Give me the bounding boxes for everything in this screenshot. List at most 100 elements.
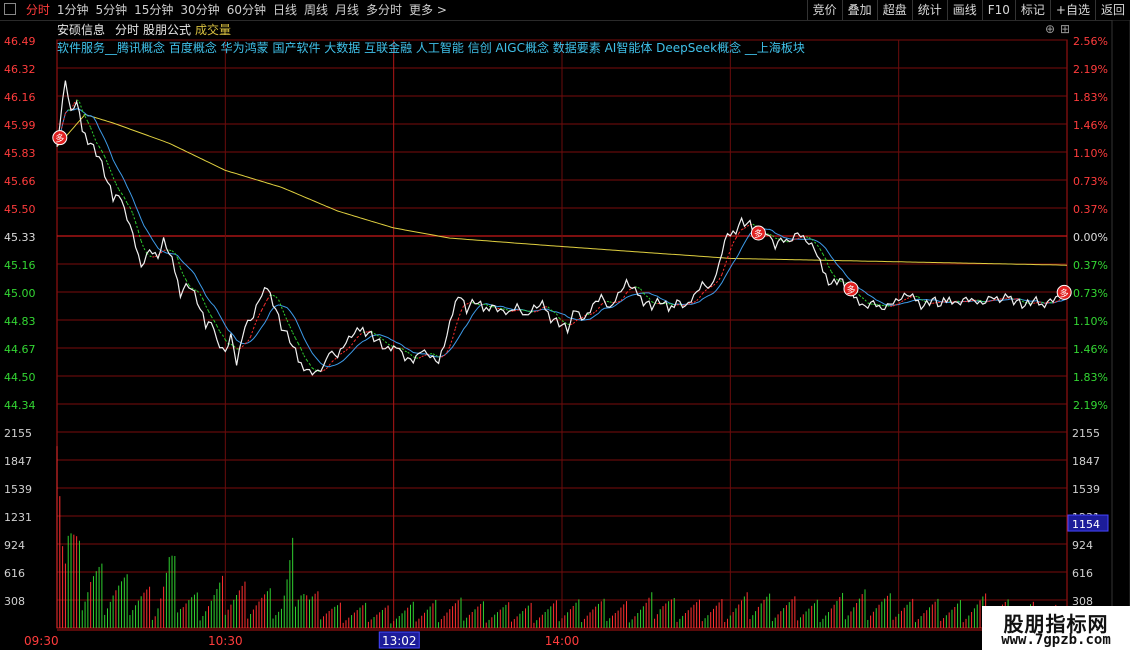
side-panel-strip	[1111, 20, 1130, 650]
ma-line-dashed	[280, 306, 285, 315]
intraday-chart[interactable]: 46.49 46.32 46.16 45.99 45.83 45.66 45.50 45.33…	[0, 20, 1130, 650]
price-tick-label: 45.50	[4, 203, 36, 216]
period-tab-0[interactable]: 分时	[26, 2, 50, 18]
ma-line-dashed	[93, 134, 97, 143]
toolbar-button-2[interactable]: 超盘	[876, 0, 912, 20]
ma-line-dashed	[353, 337, 358, 342]
ma-line-dashed	[870, 303, 874, 305]
ma-line-dashed	[724, 257, 729, 267]
ma-line-dashed	[275, 296, 280, 301]
ma-line-dashed	[182, 274, 187, 281]
ma-line-dashed	[592, 311, 596, 314]
volume-tick-label: 308	[4, 595, 25, 608]
ma-line-dashed	[1021, 300, 1026, 303]
period-tab-4[interactable]: 30分钟	[180, 2, 219, 18]
period-tab-2[interactable]: 5分钟	[95, 2, 127, 18]
ma-line-dashed	[713, 282, 717, 286]
ma-line-dashed	[732, 237, 737, 244]
ma-line-dashed	[741, 227, 745, 231]
ma-line-dashed	[261, 304, 266, 311]
ma-line-dashed	[365, 331, 369, 333]
toolbar-button-5[interactable]: F10	[981, 0, 1015, 20]
price-tick-label: 45.16	[4, 259, 36, 272]
pct-tick-label: 1.10%	[1073, 315, 1108, 328]
period-tab-9[interactable]: 多分时	[366, 2, 402, 18]
ma-line-dashed	[292, 332, 296, 339]
stock-name: 安硕信息	[57, 22, 105, 37]
period-tab-3[interactable]: 15分钟	[134, 2, 173, 18]
time-label: 14:00	[545, 634, 580, 648]
ma-line-dashed	[143, 248, 148, 254]
ma-line-dashed	[356, 334, 361, 338]
layout-icon: ⊞	[1060, 22, 1070, 36]
ma-line-dashed	[387, 343, 392, 347]
ma-line-dashed	[693, 300, 697, 303]
ma-line-dashed	[570, 323, 574, 326]
period-tab-1[interactable]: 1分钟	[57, 2, 89, 18]
ma-line-dashed	[132, 213, 137, 223]
watermark-url: www.7gpzb.com	[1001, 632, 1111, 648]
ma-line-dashed	[328, 361, 333, 366]
ma-line-dashed	[738, 229, 742, 234]
volume-tick-label: 924	[4, 539, 25, 552]
ma-line-dashed	[704, 288, 709, 292]
ma-line-dashed	[382, 338, 386, 343]
ma-line-dashed	[598, 304, 602, 309]
ma-line-dashed	[149, 255, 153, 258]
ma-line-dashed	[376, 334, 380, 338]
price-tick-label: 45.33	[4, 231, 36, 244]
time-label: 09:30	[24, 634, 59, 648]
price-tick-label: 45.99	[4, 119, 36, 132]
ma-line-dashed	[864, 299, 869, 304]
ma-line-dashed	[126, 202, 131, 208]
period-tab-8[interactable]: 月线	[335, 2, 359, 18]
ma-line-dashed	[839, 280, 843, 283]
toolbar-button-1[interactable]: 叠加	[841, 0, 877, 20]
toolbar-button-8[interactable]: 返回	[1094, 0, 1130, 20]
volume-tick-label: 1231	[4, 511, 32, 524]
toolbar-button-0[interactable]: 竞价	[806, 0, 842, 20]
period-tab-5[interactable]: 60分钟	[227, 2, 266, 18]
pct-tick-label: 0.73%	[1073, 287, 1108, 300]
ma-line-dashed	[323, 368, 327, 372]
ma-line-dashed	[250, 328, 254, 337]
ma-line-dashed	[384, 341, 389, 345]
time-label: 10:30	[208, 634, 243, 648]
ma-line-dashed	[331, 358, 336, 363]
signal-marker-label: 多	[846, 284, 855, 296]
volume-tick-label-right: 2155	[1072, 427, 1100, 440]
ma-line-dashed	[109, 169, 114, 178]
ma-line-dashed	[696, 297, 700, 302]
indicator-name: 成交量	[195, 22, 231, 37]
ma-line-dashed	[502, 308, 506, 310]
ma-line-dashed	[715, 279, 720, 284]
ma-line-dashed	[901, 299, 905, 303]
ma-line-dashed	[581, 315, 585, 319]
pct-tick-label: 2.56%	[1073, 35, 1108, 48]
toolbar-button-6[interactable]: 标记	[1014, 0, 1050, 20]
ma-line-dashed	[309, 363, 313, 369]
period-tab-7[interactable]: 周线	[304, 2, 328, 18]
period-tabs: 分时 1分钟 5分钟 15分钟 30分钟 60分钟 日线 周线 月线 多分时 更多 >	[4, 2, 454, 18]
ma-line-dashed	[904, 298, 908, 301]
pct-tick-label: 2.19%	[1073, 63, 1108, 76]
price-tick-label: 45.66	[4, 175, 36, 188]
ma-line-dashed	[999, 298, 1003, 300]
toolbar-button-3[interactable]: 统计	[911, 0, 947, 20]
ma-line-dashed	[432, 353, 436, 356]
period-tab-6[interactable]: 日线	[273, 2, 297, 18]
ma-line-dashed	[651, 301, 655, 304]
ma-line-dashed	[255, 315, 260, 322]
toolbar-button-4[interactable]: 画线	[946, 0, 982, 20]
ma-line-dashed	[241, 343, 246, 348]
signal-marker-label: 多	[55, 133, 64, 145]
volume-tick-label: 1539	[4, 483, 32, 496]
window-menu-icon[interactable]	[4, 3, 16, 15]
period-tab-10[interactable]: 更多 >	[409, 2, 447, 18]
ma-line-dashed	[752, 223, 756, 227]
ma-line-dashed	[746, 224, 751, 227]
ma-line-dashed	[306, 359, 310, 365]
toolbar-button-7[interactable]: +自选	[1049, 0, 1095, 20]
ma-line-dashed	[887, 305, 891, 307]
volume-tick-label-right: 1847	[1072, 455, 1100, 468]
